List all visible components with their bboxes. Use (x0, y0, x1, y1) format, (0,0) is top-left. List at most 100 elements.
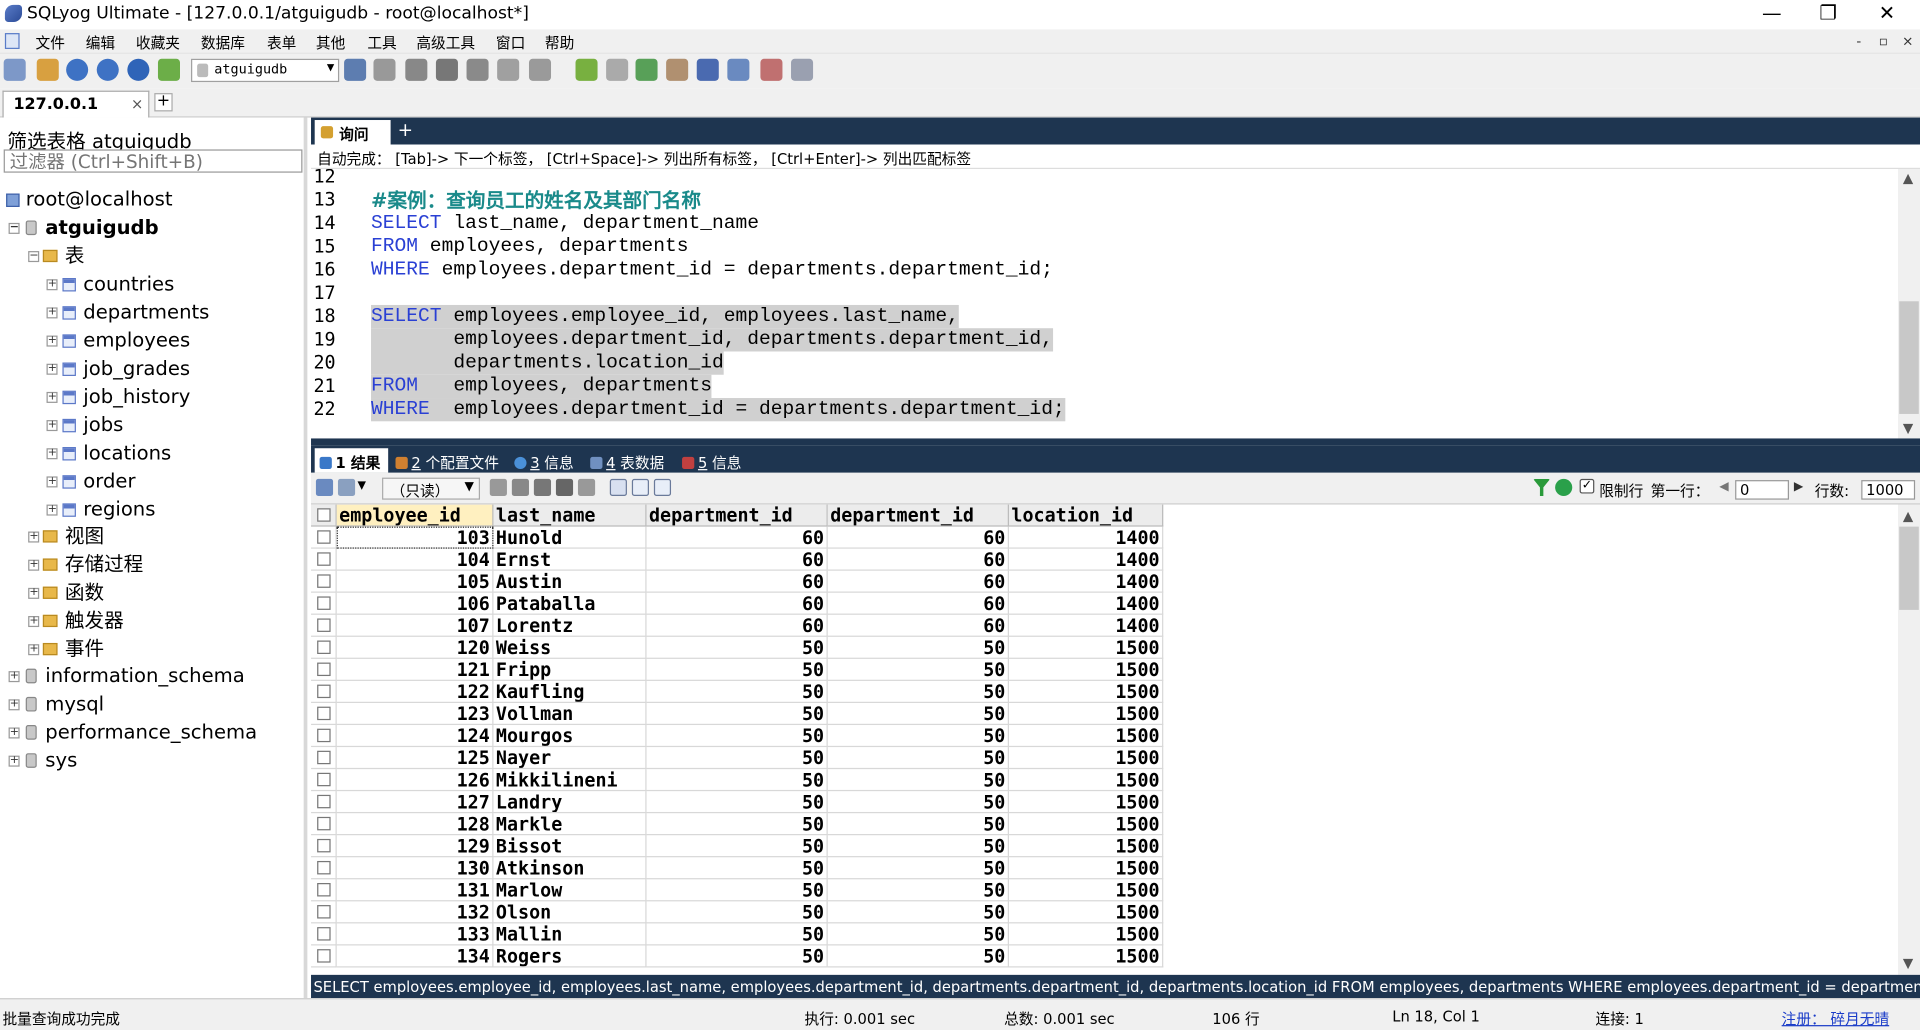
table-cell[interactable]: 50 (827, 901, 1009, 924)
table-cell[interactable]: Atkinson (493, 857, 647, 880)
table-cell[interactable]: 1500 (1008, 923, 1164, 946)
expand-icon[interactable]: + (46, 279, 58, 291)
row-checkbox-cell[interactable] (311, 813, 337, 836)
table-cell[interactable]: Ernst (493, 548, 647, 571)
row-checkbox[interactable] (317, 927, 331, 941)
table-cell[interactable]: 1400 (1008, 526, 1164, 549)
table-cell[interactable]: 60 (646, 526, 828, 549)
register-link[interactable]: 注册： 碎月无晴 (1782, 1008, 1890, 1029)
row-checkbox-cell[interactable] (311, 570, 337, 593)
table-cell[interactable]: 60 (646, 592, 828, 615)
rows-input[interactable] (1861, 480, 1916, 500)
table-cell[interactable]: 60 (646, 548, 828, 571)
menu-file[interactable]: 文件 (36, 32, 65, 53)
expand-icon[interactable]: + (46, 448, 58, 460)
table-cell[interactable]: Weiss (493, 636, 647, 659)
row-checkbox-cell[interactable] (311, 725, 337, 748)
table-cell[interactable]: 50 (827, 923, 1009, 946)
row-checkbox-cell[interactable] (311, 614, 337, 637)
row-checkbox[interactable] (317, 750, 331, 765)
table-cell[interactable]: 50 (827, 945, 1009, 968)
table-cell[interactable]: 50 (827, 857, 1009, 880)
text-view-icon[interactable] (653, 478, 672, 497)
row-checkbox[interactable] (317, 883, 331, 897)
expand-icon[interactable]: + (46, 476, 58, 488)
row-checkbox-cell[interactable] (311, 680, 337, 703)
expand-icon[interactable]: + (46, 419, 58, 432)
table-cell[interactable]: 50 (646, 879, 828, 902)
table-cell[interactable]: 50 (827, 747, 1009, 770)
row-checkbox-cell[interactable] (311, 548, 337, 571)
row-checkbox[interactable] (317, 552, 331, 566)
row-checkbox-cell[interactable] (311, 857, 337, 880)
table-cell[interactable]: 50 (827, 658, 1009, 681)
expand-icon[interactable]: + (46, 335, 58, 347)
table-cell[interactable]: Kaufling (493, 680, 647, 703)
mdi-minimize-button[interactable]: - (1849, 32, 1869, 52)
refresh-icon[interactable] (157, 58, 181, 81)
scheduler-icon[interactable] (760, 58, 783, 81)
table-cell[interactable]: 134 (336, 945, 494, 968)
column-header[interactable]: department_id (827, 504, 1009, 527)
create-table-icon[interactable] (373, 58, 396, 81)
table-cell[interactable]: 50 (827, 725, 1009, 748)
document-icon[interactable] (4, 33, 20, 49)
table-cell[interactable]: 50 (827, 835, 1009, 858)
table-cell[interactable]: 1500 (1008, 769, 1164, 792)
limit-rows-checkbox[interactable]: ✓ (1579, 478, 1595, 494)
table-cell[interactable]: 1500 (1008, 702, 1164, 726)
table-cell[interactable]: 1500 (1008, 857, 1164, 880)
save-icon[interactable] (533, 478, 552, 497)
scroll-down-icon[interactable]: ▼ (1903, 420, 1913, 436)
filter-icon[interactable] (1533, 478, 1551, 497)
row-checkbox[interactable] (317, 794, 331, 809)
sql-editor[interactable]: 12 13 #案例：查询员工的姓名及其部门名称 14 SELECT last_nam… (311, 169, 1898, 439)
row-checkbox[interactable] (317, 640, 331, 654)
table-cell[interactable]: 50 (646, 945, 828, 968)
table-cell[interactable]: 127 (336, 791, 494, 814)
export-icon[interactable] (315, 478, 334, 497)
row-checkbox-cell[interactable] (311, 835, 337, 858)
table-cell[interactable]: 105 (336, 570, 494, 593)
notification-icon[interactable] (727, 58, 750, 81)
cancel-changes-icon[interactable] (577, 478, 596, 497)
row-checkbox-cell[interactable] (311, 879, 337, 902)
tab-result[interactable]: 1 结果 (314, 448, 389, 473)
connection-tab[interactable]: 127.0.0.1 × (2, 90, 150, 118)
table-cell[interactable]: Markle (493, 813, 647, 836)
row-checkbox-cell[interactable] (311, 658, 337, 681)
table-cell[interactable]: Vollman (493, 702, 647, 726)
table-cell[interactable]: Olson (493, 901, 647, 924)
menu-help[interactable]: 帮助 (545, 32, 574, 53)
menu-favorites[interactable]: 收藏夹 (136, 32, 180, 53)
table-cell[interactable]: 1500 (1008, 747, 1164, 770)
table-cell[interactable]: 50 (827, 702, 1009, 726)
expand-icon[interactable]: + (28, 587, 40, 599)
table-cell[interactable]: 131 (336, 879, 494, 902)
filter-input[interactable] (3, 149, 303, 173)
tab-messages[interactable]: 3 信息 (514, 448, 574, 472)
row-checkbox-cell[interactable] (311, 901, 337, 924)
column-header[interactable]: location_id (1008, 504, 1164, 527)
table-cell[interactable]: 60 (646, 570, 828, 593)
table-cell[interactable]: 50 (646, 901, 828, 924)
expand-icon[interactable]: + (46, 391, 58, 403)
table-cell[interactable]: Landry (493, 791, 647, 814)
collapse-icon[interactable]: − (8, 222, 20, 234)
row-checkbox[interactable] (317, 530, 331, 544)
close-button[interactable]: ✕ (1859, 0, 1915, 29)
import-icon[interactable] (575, 58, 598, 81)
scroll-up-icon[interactable]: ▲ (1903, 170, 1913, 186)
expand-icon[interactable]: + (8, 727, 20, 739)
expand-icon[interactable]: + (28, 644, 40, 656)
table-cell[interactable]: 50 (646, 636, 828, 659)
menu-other[interactable]: 其他 (316, 32, 345, 53)
delete-row-icon[interactable] (555, 478, 574, 497)
backup-icon[interactable] (606, 58, 629, 81)
menu-database[interactable]: 数据库 (201, 32, 245, 53)
table-cell[interactable]: Hunold (493, 526, 647, 549)
copy-row-icon[interactable] (489, 478, 507, 497)
row-checkbox[interactable] (317, 905, 331, 919)
tab-profiles[interactable]: 2 个配置文件 (395, 448, 499, 472)
table-cell[interactable]: 128 (336, 813, 494, 836)
